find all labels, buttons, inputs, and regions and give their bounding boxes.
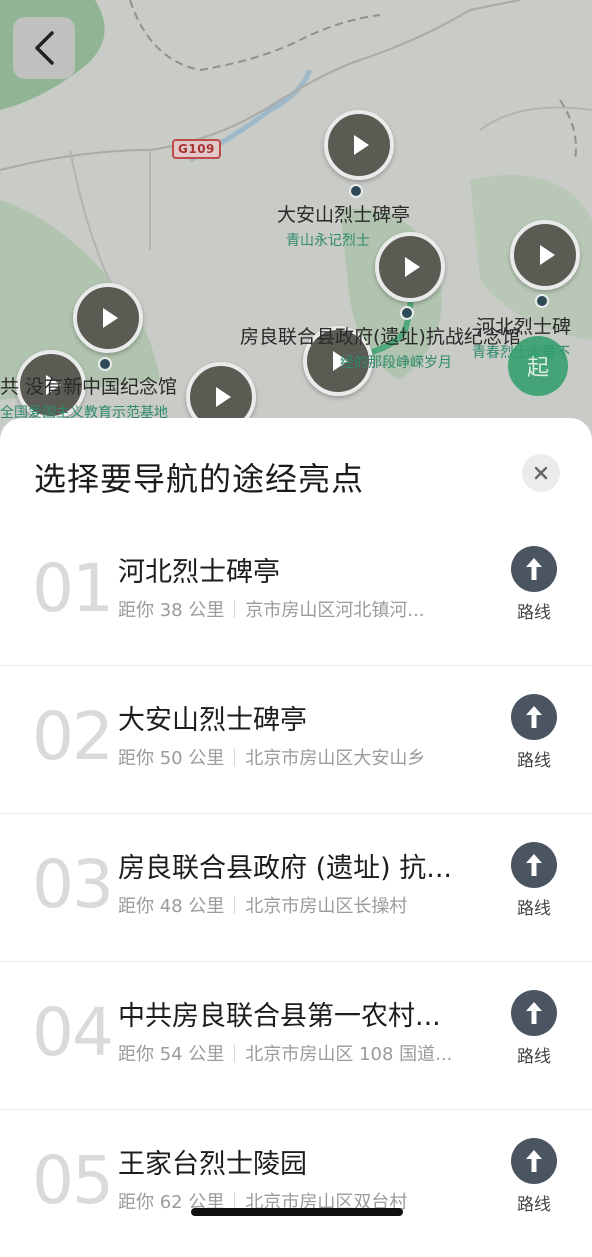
play-icon — [539, 245, 555, 265]
route-label: 路线 — [517, 1195, 551, 1215]
route-arrow-icon — [511, 842, 557, 888]
map-view[interactable]: G109 大安山烈士碑亭 青山永记烈士 河北烈士碑 青春烈士永垂不 房良联合县政… — [0, 0, 592, 460]
divider — [234, 1044, 236, 1062]
map-pin-dashan[interactable] — [324, 110, 394, 180]
route-button[interactable]: 路线 — [510, 990, 558, 1067]
start-point-badge: 起 — [508, 336, 568, 396]
map-pin-hebei[interactable] — [510, 220, 580, 290]
route-label: 路线 — [517, 1047, 551, 1067]
item-meta: 距你 38 公里 京市房山区河北镇河... — [118, 596, 425, 622]
play-icon — [404, 257, 420, 277]
list-item[interactable]: 02 大安山烈士碑亭 距你 50 公里 北京市房山区大安山乡 路线 — [0, 666, 592, 814]
play-icon — [102, 308, 118, 328]
map-pin-left[interactable] — [73, 283, 143, 353]
map-label-dashan: 大安山烈士碑亭 — [277, 204, 411, 226]
map-sublabel-dashan: 青山永记烈士 — [286, 233, 370, 249]
item-index: 03 — [32, 846, 114, 923]
item-distance: 距你 50 公里 — [118, 748, 225, 769]
route-arrow-icon — [511, 694, 557, 740]
road-badge-g109: G109 — [172, 139, 221, 159]
item-address: 北京市房山区大安山乡 — [245, 748, 426, 769]
divider — [234, 600, 236, 618]
close-button[interactable] — [522, 454, 560, 492]
list-item[interactable]: 03 房良联合县政府 (遗址) 抗... 距你 48 公里 北京市房山区长操村 … — [0, 814, 592, 962]
route-button[interactable]: 路线 — [510, 546, 558, 623]
chevron-left-icon — [35, 31, 54, 65]
item-index: 05 — [32, 1142, 114, 1219]
waypoint-sheet: 选择要导航的途经亮点 01 河北烈士碑亭 距你 38 公里 京市房山区河北镇河.… — [0, 418, 592, 1227]
divider — [234, 896, 236, 914]
back-button[interactable] — [13, 17, 75, 79]
map-label-fangliang: 房良联合县政府(遗址)抗战纪念馆 — [240, 326, 521, 348]
route-arrow-icon — [511, 546, 557, 592]
item-meta: 距你 54 公里 北京市房山区 108 国道... — [118, 1040, 452, 1066]
item-address: 北京市房山区 108 国道... — [245, 1044, 453, 1065]
list-item[interactable]: 04 中共房良联合县第一农村... 距你 54 公里 北京市房山区 108 国道… — [0, 962, 592, 1110]
item-name: 房良联合县政府 (遗址) 抗... — [118, 853, 452, 884]
pin-anchor — [535, 294, 549, 308]
pin-anchor — [98, 357, 112, 371]
item-name: 王家台烈士陵园 — [118, 1149, 307, 1180]
play-icon — [215, 387, 231, 407]
pin-anchor — [400, 306, 414, 320]
item-index: 02 — [32, 698, 114, 775]
item-address: 北京市房山区长操村 — [245, 896, 408, 917]
route-label: 路线 — [517, 603, 551, 623]
route-button[interactable]: 路线 — [510, 1138, 558, 1215]
route-arrow-icon — [511, 1138, 557, 1184]
route-button[interactable]: 路线 — [510, 694, 558, 771]
route-label: 路线 — [517, 751, 551, 771]
map-pin-dashan-2[interactable] — [375, 232, 445, 302]
item-index: 01 — [32, 550, 114, 627]
route-label: 路线 — [517, 899, 551, 919]
item-meta: 距你 50 公里 北京市房山区大安山乡 — [118, 744, 425, 770]
waypoint-list: 01 河北烈士碑亭 距你 38 公里 京市房山区河北镇河... 路线 02 大安… — [0, 518, 592, 1257]
item-name: 中共房良联合县第一农村... — [118, 1001, 441, 1032]
play-icon — [353, 135, 369, 155]
map-sublabel-fangliang: 经的那段峥嵘岁月 — [340, 355, 452, 371]
list-item[interactable]: 01 河北烈士碑亭 距你 38 公里 京市房山区河北镇河... 路线 — [0, 518, 592, 666]
home-indicator[interactable] — [191, 1208, 403, 1216]
item-name: 大安山烈士碑亭 — [118, 705, 307, 736]
item-name: 河北烈士碑亭 — [118, 557, 280, 588]
sheet-title: 选择要导航的途经亮点 — [34, 460, 365, 498]
route-arrow-icon — [511, 990, 557, 1036]
map-label-left: 共 没有新中国纪念馆 — [0, 376, 178, 398]
divider — [234, 748, 236, 766]
item-meta: 距你 48 公里 北京市房山区长操村 — [118, 892, 407, 918]
item-distance: 距你 54 公里 — [118, 1044, 225, 1065]
item-address: 京市房山区河北镇河... — [245, 600, 425, 621]
list-item[interactable]: 05 王家台烈士陵园 距你 62 公里 北京市房山区双台村 路线 — [0, 1110, 592, 1257]
item-index: 04 — [32, 994, 114, 1071]
item-distance: 距你 48 公里 — [118, 896, 225, 917]
route-button[interactable]: 路线 — [510, 842, 558, 919]
item-distance: 距你 38 公里 — [118, 600, 225, 621]
close-icon — [534, 466, 548, 480]
pin-anchor — [349, 184, 363, 198]
